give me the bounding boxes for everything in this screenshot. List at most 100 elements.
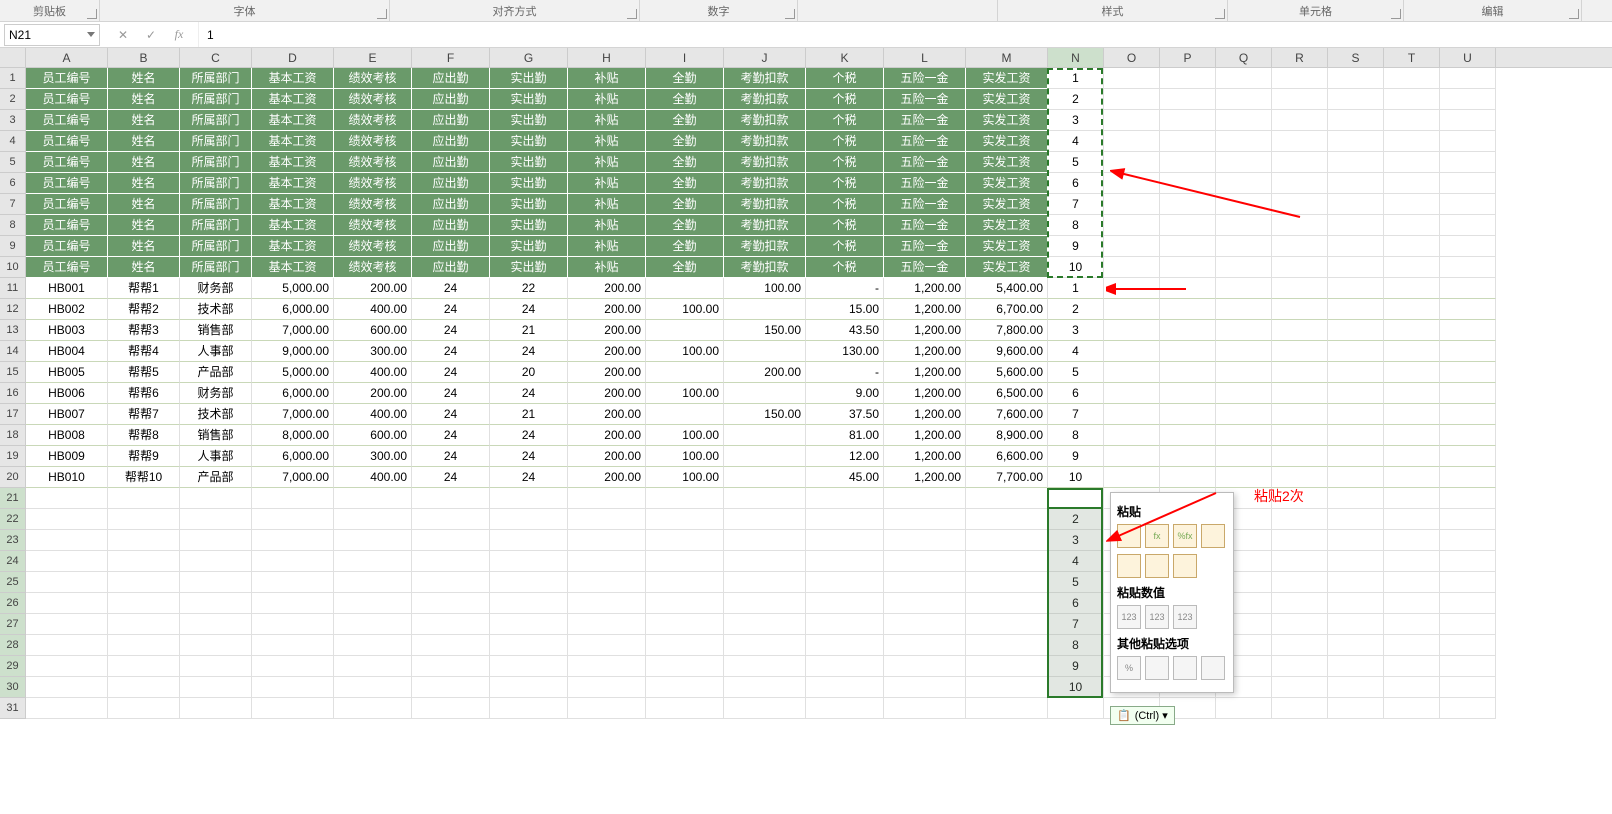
cell-U31[interactable]	[1440, 698, 1496, 719]
column-header-F[interactable]: F	[412, 48, 490, 67]
cell-R2[interactable]	[1272, 89, 1328, 110]
cell-S7[interactable]	[1328, 194, 1384, 215]
cell-S25[interactable]	[1328, 572, 1384, 593]
cell-J24[interactable]	[724, 551, 806, 572]
row-header-19[interactable]: 19	[0, 446, 26, 467]
cell-R12[interactable]	[1272, 299, 1328, 320]
cell-D17[interactable]: 7,000.00	[252, 404, 334, 425]
cell-L10[interactable]: 五险一金	[884, 257, 966, 278]
cell-P10[interactable]	[1160, 257, 1216, 278]
cell-C4[interactable]: 所属部门	[180, 131, 252, 152]
cell-L28[interactable]	[884, 635, 966, 656]
cell-N5[interactable]: 5	[1048, 152, 1104, 173]
cell-I2[interactable]: 全勤	[646, 89, 724, 110]
cell-F6[interactable]: 应出勤	[412, 173, 490, 194]
cell-T29[interactable]	[1384, 656, 1440, 677]
row-header-6[interactable]: 6	[0, 173, 26, 194]
cell-K21[interactable]	[806, 488, 884, 509]
row-header-25[interactable]: 25	[0, 572, 26, 593]
cell-L12[interactable]: 1,200.00	[884, 299, 966, 320]
cell-I22[interactable]	[646, 509, 724, 530]
cell-H27[interactable]	[568, 614, 646, 635]
row-header-13[interactable]: 13	[0, 320, 26, 341]
cell-G6[interactable]: 实出勤	[490, 173, 568, 194]
cell-H21[interactable]	[568, 488, 646, 509]
column-header-H[interactable]: H	[568, 48, 646, 67]
dialog-launcher-icon[interactable]	[1215, 9, 1225, 19]
column-header-G[interactable]: G	[490, 48, 568, 67]
cell-G12[interactable]: 24	[490, 299, 568, 320]
cell-B25[interactable]	[108, 572, 180, 593]
cell-C9[interactable]: 所属部门	[180, 236, 252, 257]
cell-F25[interactable]	[412, 572, 490, 593]
paste-option-icon[interactable]	[1173, 554, 1197, 578]
cell-J8[interactable]: 考勤扣款	[724, 215, 806, 236]
cell-T10[interactable]	[1384, 257, 1440, 278]
cell-B5[interactable]: 姓名	[108, 152, 180, 173]
cell-A22[interactable]	[26, 509, 108, 530]
cell-R6[interactable]	[1272, 173, 1328, 194]
cell-F19[interactable]: 24	[412, 446, 490, 467]
cell-J31[interactable]	[724, 698, 806, 719]
cell-L3[interactable]: 五险一金	[884, 110, 966, 131]
cell-O5[interactable]	[1104, 152, 1160, 173]
cell-I24[interactable]	[646, 551, 724, 572]
cell-B17[interactable]: 帮帮7	[108, 404, 180, 425]
cell-G31[interactable]	[490, 698, 568, 719]
cell-F4[interactable]: 应出勤	[412, 131, 490, 152]
cell-A11[interactable]: HB001	[26, 278, 108, 299]
cell-O6[interactable]	[1104, 173, 1160, 194]
cell-P11[interactable]	[1160, 278, 1216, 299]
cell-F30[interactable]	[412, 677, 490, 698]
cell-R9[interactable]	[1272, 236, 1328, 257]
cell-U19[interactable]	[1440, 446, 1496, 467]
cell-K3[interactable]: 个税	[806, 110, 884, 131]
cell-K26[interactable]	[806, 593, 884, 614]
cell-E3[interactable]: 绩效考核	[334, 110, 412, 131]
select-all-corner[interactable]	[0, 48, 26, 67]
cell-A2[interactable]: 员工编号	[26, 89, 108, 110]
ribbon-group-2[interactable]: 对齐方式	[390, 0, 640, 21]
column-header-M[interactable]: M	[966, 48, 1048, 67]
cell-A17[interactable]: HB007	[26, 404, 108, 425]
cell-H26[interactable]	[568, 593, 646, 614]
cell-F17[interactable]: 24	[412, 404, 490, 425]
cell-G27[interactable]	[490, 614, 568, 635]
cell-A19[interactable]: HB009	[26, 446, 108, 467]
cell-U30[interactable]	[1440, 677, 1496, 698]
cell-F18[interactable]: 24	[412, 425, 490, 446]
cell-L27[interactable]	[884, 614, 966, 635]
cell-T3[interactable]	[1384, 110, 1440, 131]
cell-R19[interactable]	[1272, 446, 1328, 467]
cell-C27[interactable]	[180, 614, 252, 635]
cell-K14[interactable]: 130.00	[806, 341, 884, 362]
cell-H17[interactable]: 200.00	[568, 404, 646, 425]
cell-H11[interactable]: 200.00	[568, 278, 646, 299]
cell-K15[interactable]: -	[806, 362, 884, 383]
cell-C16[interactable]: 财务部	[180, 383, 252, 404]
cell-F23[interactable]	[412, 530, 490, 551]
cell-U12[interactable]	[1440, 299, 1496, 320]
cell-D21[interactable]	[252, 488, 334, 509]
cell-J9[interactable]: 考勤扣款	[724, 236, 806, 257]
cell-E7[interactable]: 绩效考核	[334, 194, 412, 215]
cell-G2[interactable]: 实出勤	[490, 89, 568, 110]
cell-J26[interactable]	[724, 593, 806, 614]
cell-D27[interactable]	[252, 614, 334, 635]
cell-O15[interactable]	[1104, 362, 1160, 383]
cell-F3[interactable]: 应出勤	[412, 110, 490, 131]
cell-N17[interactable]: 7	[1048, 404, 1104, 425]
cell-D25[interactable]	[252, 572, 334, 593]
cell-I28[interactable]	[646, 635, 724, 656]
paste-option-icon[interactable]	[1201, 524, 1225, 548]
cell-D4[interactable]: 基本工资	[252, 131, 334, 152]
cell-Q17[interactable]	[1216, 404, 1272, 425]
cell-M20[interactable]: 7,700.00	[966, 467, 1048, 488]
cell-M27[interactable]	[966, 614, 1048, 635]
cell-C13[interactable]: 销售部	[180, 320, 252, 341]
cell-I17[interactable]	[646, 404, 724, 425]
cell-Q31[interactable]	[1216, 698, 1272, 719]
cell-I6[interactable]: 全勤	[646, 173, 724, 194]
column-header-Q[interactable]: Q	[1216, 48, 1272, 67]
cell-N28[interactable]: 8	[1048, 635, 1104, 656]
